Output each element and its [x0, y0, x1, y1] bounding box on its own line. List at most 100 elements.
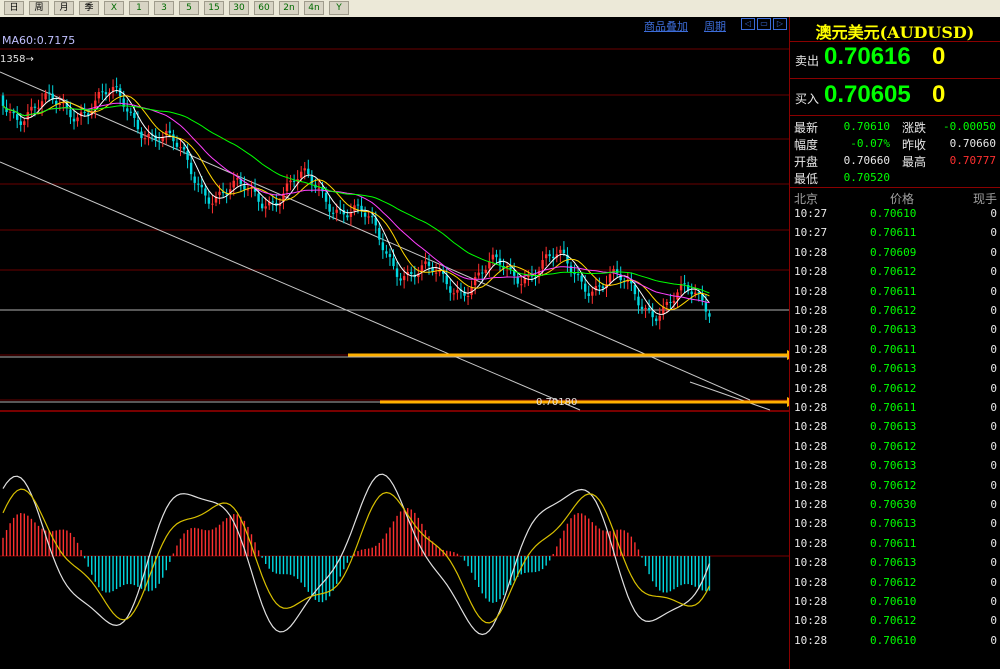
tick-row[interactable]: 10:28 0.70613 0 — [790, 362, 1000, 381]
scroll-right-button[interactable]: ▷ — [773, 18, 787, 30]
tick-row[interactable]: 10:28 0.70612 0 — [790, 265, 1000, 284]
period-button-year[interactable]: Y — [329, 1, 349, 15]
tick-volume: 0 — [990, 207, 997, 220]
candle-body — [367, 216, 370, 218]
tick-row[interactable]: 10:28 0.70612 0 — [790, 382, 1000, 401]
period-button-30min[interactable]: 30 — [229, 1, 249, 15]
period-button-60min[interactable]: 60 — [254, 1, 274, 15]
candle-body — [179, 147, 182, 149]
period-button-month[interactable]: 月 — [54, 1, 74, 15]
period-button-15min[interactable]: 15 — [204, 1, 224, 15]
period-button-5min[interactable]: 5 — [179, 1, 199, 15]
candle-body — [285, 183, 289, 192]
prev-close-label: 昨收 — [902, 138, 927, 152]
high-label: 最高 — [902, 155, 927, 169]
tick-row[interactable]: 10:28 0.70611 0 — [790, 537, 1000, 556]
candle-body — [637, 296, 640, 306]
candle-body — [410, 271, 413, 274]
tick-row[interactable]: 10:28 0.70609 0 — [790, 246, 1000, 265]
tick-row[interactable]: 10:28 0.70612 0 — [790, 440, 1000, 459]
candle-body — [690, 291, 693, 295]
candle-body — [495, 254, 498, 258]
candle-body — [580, 275, 583, 282]
period-button-close[interactable]: X — [104, 1, 124, 15]
low-value: 0.70520 — [843, 171, 890, 184]
candlestick-chart[interactable]: MA60:0.7175 1358→ 0.70180 — [0, 17, 789, 669]
tick-price: 0.70612 — [870, 304, 917, 317]
tick-row[interactable]: 10:28 0.70612 0 — [790, 614, 1000, 633]
candle-body — [672, 300, 676, 303]
sell-price: 0.70616 — [824, 43, 911, 70]
candle-body — [466, 295, 470, 297]
tick-row[interactable]: 10:28 0.70613 0 — [790, 556, 1000, 575]
scroll-fit-button[interactable]: ▭ — [757, 18, 771, 30]
tick-row[interactable]: 10:28 0.70611 0 — [790, 401, 1000, 420]
period-button-day[interactable]: 日 — [4, 1, 24, 15]
tick-volume: 0 — [990, 362, 997, 376]
tick-row[interactable]: 10:28 0.70611 0 — [790, 285, 1000, 304]
tick-row[interactable]: 10:28 0.70613 0 — [790, 420, 1000, 439]
period-button-4h[interactable]: 4n — [304, 1, 324, 15]
price-chart-area[interactable]: MA60:0.7175 1358→ 0.70180 — [0, 17, 789, 669]
candle-body — [615, 269, 619, 274]
tick-time: 10:28 — [794, 420, 828, 434]
tick-row[interactable]: 10:28 0.70611 0 — [790, 343, 1000, 362]
candle-body — [449, 286, 452, 293]
tick-row[interactable]: 10:28 0.70613 0 — [790, 517, 1000, 536]
range-label: 幅度 — [794, 138, 819, 152]
tick-price: 0.70612 — [870, 439, 917, 453]
candle-body — [388, 254, 392, 257]
candle-body — [633, 285, 637, 295]
channel-lower-ext — [689, 381, 771, 411]
ticks-price-header: 价格 — [890, 192, 915, 206]
tick-row[interactable]: 10:28 0.70630 0 — [790, 498, 1000, 517]
tick-volume: 0 — [990, 633, 997, 647]
tick-volume: 0 — [990, 614, 997, 628]
period-button-2h[interactable]: 2n — [279, 1, 299, 15]
tick-price: 0.70611 — [870, 536, 917, 550]
tick-row[interactable]: 10:28 0.70613 0 — [790, 459, 1000, 478]
tick-time: 10:28 — [794, 362, 828, 376]
tick-row[interactable]: 10:27 0.70610 0 — [790, 207, 1000, 226]
candle-body — [562, 249, 566, 254]
tick-row[interactable]: 10:28 0.70612 0 — [790, 479, 1000, 498]
symbol-title: 澳元美元(AUDUSD) — [815, 23, 975, 42]
tick-time: 10:28 — [794, 459, 828, 473]
tick-price: 0.70612 — [870, 381, 917, 395]
candle-body — [218, 191, 221, 196]
tick-volume: 0 — [990, 478, 997, 492]
period-button-3min[interactable]: 3 — [154, 1, 174, 15]
candle-body — [23, 121, 26, 125]
candle-body — [307, 168, 310, 175]
candle-body — [544, 254, 548, 259]
tick-row[interactable]: 10:27 0.70611 0 — [790, 226, 1000, 245]
tick-volume: 0 — [990, 245, 997, 259]
candle-body — [97, 92, 101, 99]
candle-body — [569, 265, 573, 273]
scroll-left-button[interactable]: ◁ — [741, 18, 755, 30]
candle-body — [395, 268, 399, 277]
tick-volume: 0 — [990, 420, 997, 434]
overlay-product-link[interactable]: 商品叠加 — [644, 18, 688, 34]
tick-volume: 0 — [990, 342, 997, 356]
tick-row[interactable]: 10:28 0.70612 0 — [790, 576, 1000, 595]
candle-body — [665, 302, 669, 306]
low-label: 最低 — [794, 172, 819, 186]
tick-time: 10:28 — [794, 284, 828, 298]
tick-row[interactable]: 10:28 0.70612 0 — [790, 304, 1000, 323]
tick-row[interactable]: 10:28 0.70610 0 — [790, 634, 1000, 653]
candle-body — [346, 215, 349, 218]
open-value: 0.70660 — [843, 154, 890, 167]
period-button-1min[interactable]: 1 — [129, 1, 149, 15]
candle-body — [189, 162, 193, 175]
period-link[interactable]: 周期 — [704, 18, 726, 34]
tick-volume: 0 — [990, 459, 997, 473]
candle-body — [587, 293, 590, 297]
tick-row[interactable]: 10:28 0.70610 0 — [790, 595, 1000, 614]
period-button-week[interactable]: 周 — [29, 1, 49, 15]
tick-row[interactable]: 10:28 0.70613 0 — [790, 323, 1000, 342]
tick-price: 0.70611 — [870, 342, 917, 356]
candle-body — [640, 306, 644, 310]
candle-body — [331, 212, 335, 214]
period-button-quarter[interactable]: 季 — [79, 1, 99, 15]
